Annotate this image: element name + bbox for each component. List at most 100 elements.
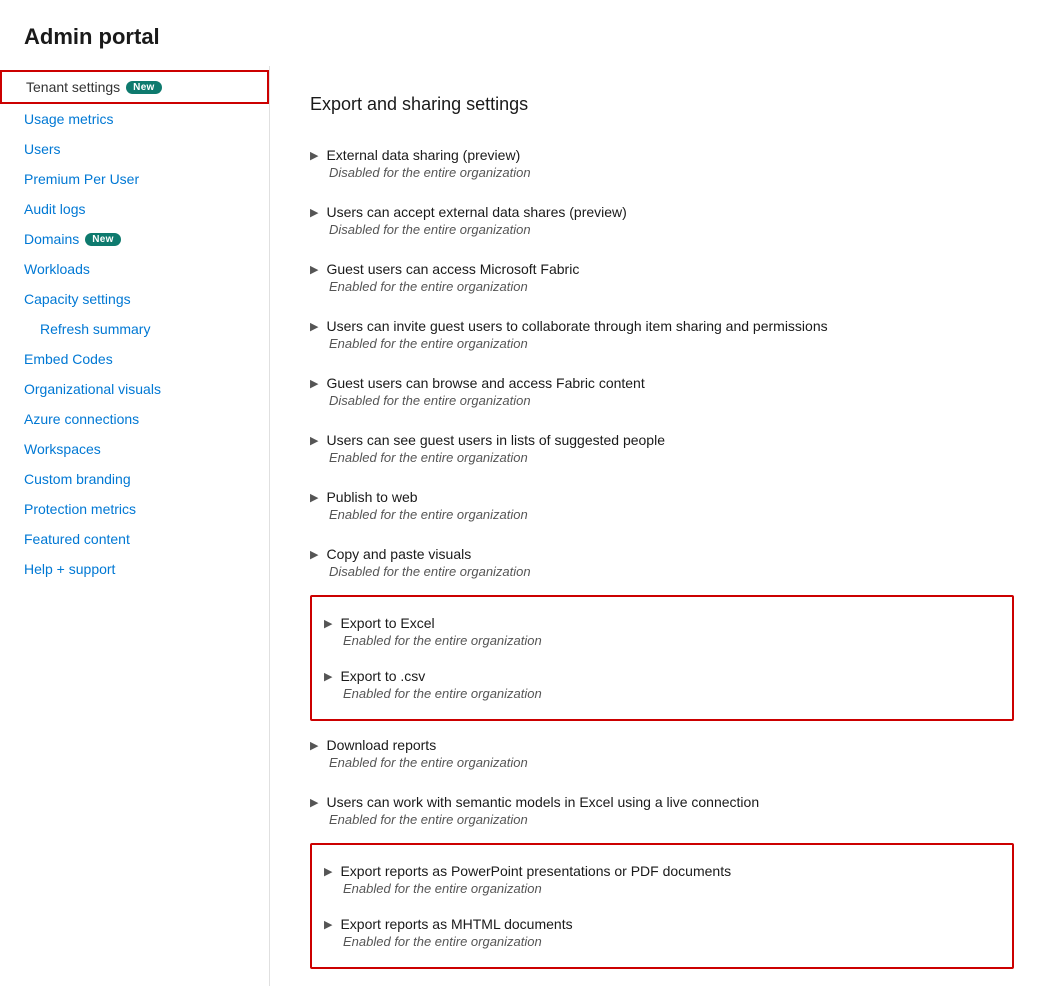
sidebar: Tenant settings New Usage metrics Users Prem… (0, 66, 270, 986)
chevron-right-icon[interactable]: ▶ (324, 865, 332, 878)
setting-name: Users can work with semantic models in E… (326, 794, 759, 810)
section-title: Export and sharing settings (310, 94, 1014, 115)
sidebar-item-label: Premium Per User (24, 171, 139, 187)
sidebar-item-label: Protection metrics (24, 501, 136, 517)
setting-name: Export reports as MHTML documents (340, 916, 572, 932)
sidebar-item-protection-metrics[interactable]: Protection metrics (0, 494, 269, 524)
setting-name: Export to .csv (340, 668, 425, 684)
setting-name: Export reports as PowerPoint presentatio… (340, 863, 731, 879)
setting-status: Enabled for the entire organization (343, 633, 1000, 648)
setting-status: Enabled for the entire organization (329, 279, 1014, 294)
setting-item-invite-guest-users: ▶ Users can invite guest users to collabo… (310, 306, 1014, 363)
sidebar-item-workloads[interactable]: Workloads (0, 254, 269, 284)
setting-item-export-csv: ▶ Export to .csv Enabled for the entire or… (324, 658, 1000, 711)
setting-status: Enabled for the entire organization (329, 507, 1014, 522)
sidebar-item-label: Workspaces (24, 441, 101, 457)
sidebar-item-users[interactable]: Users (0, 134, 269, 164)
chevron-right-icon[interactable]: ▶ (310, 263, 318, 276)
sidebar-item-label: Azure connections (24, 411, 139, 427)
setting-name: Publish to web (326, 489, 417, 505)
setting-status: Enabled for the entire organization (329, 812, 1014, 827)
setting-name: Users can accept external data shares (p… (326, 204, 626, 220)
setting-item-copy-paste-visuals: ▶ Copy and paste visuals Disabled for the … (310, 534, 1014, 591)
sidebar-item-label: Refresh summary (40, 321, 150, 337)
sidebar-item-tenant-settings[interactable]: Tenant settings New (0, 70, 269, 104)
badge-new: New (85, 233, 120, 246)
setting-item-guest-browse-fabric: ▶ Guest users can browse and access Fabri… (310, 363, 1014, 420)
sidebar-item-label: Organizational visuals (24, 381, 161, 397)
sidebar-item-label: Workloads (24, 261, 90, 277)
sidebar-item-label: Featured content (24, 531, 130, 547)
settings-list: ▶ External data sharing (preview) Disabled… (310, 135, 1014, 986)
sidebar-item-domains[interactable]: DomainsNew (0, 224, 269, 254)
setting-item-guest-access-fabric: ▶Guest users can access Microsoft Fabric… (310, 249, 1014, 306)
app-container: Admin portal Tenant settings New Usage met… (0, 0, 1054, 986)
content-area: Tenant settings New Usage metrics Users Prem… (0, 66, 1054, 986)
sidebar-item-label: Help + support (24, 561, 115, 577)
setting-status: Disabled for the entire organization (329, 393, 1014, 408)
setting-item-accept-external-data-shares: ▶ Users can accept external data shares (… (310, 192, 1014, 249)
sidebar-item-capacity-settings[interactable]: Capacity settings (0, 284, 269, 314)
setting-item-export-word: ▶Export reports as Word documents (310, 973, 1014, 986)
setting-item-publish-to-web: ▶ Publish to web Enabled for the entire or… (310, 477, 1014, 534)
sidebar-item-refresh-summary[interactable]: Refresh summary (0, 314, 269, 344)
page-title: Admin portal (0, 0, 1054, 66)
sidebar-item-audit-logs[interactable]: Audit logs (0, 194, 269, 224)
badge-new: New (126, 81, 161, 94)
chevron-right-icon[interactable]: ▶ (324, 617, 332, 630)
chevron-right-icon[interactable]: ▶ (310, 206, 318, 219)
setting-item-export-powerpoint-pdf: ▶ Export reports as PowerPoint presentati… (324, 853, 1000, 906)
setting-status: Disabled for the entire organization (329, 222, 1014, 237)
sidebar-item-organizational-visuals[interactable]: Organizational visuals (0, 374, 269, 404)
highlight-group-group1: ▶ Export to Excel Enabled for the entire o… (310, 595, 1014, 721)
setting-name: Users can see guest users in lists of su… (326, 432, 665, 448)
sidebar-item-usage-metrics[interactable]: Usage metrics (0, 104, 269, 134)
sidebar-item-label: Custom branding (24, 471, 131, 487)
setting-status: Enabled for the entire organization (343, 881, 1000, 896)
setting-name: External data sharing (preview) (326, 147, 520, 163)
chevron-right-icon[interactable]: ▶ (310, 548, 318, 561)
chevron-right-icon[interactable]: ▶ (310, 739, 318, 752)
setting-item-export-mhtml: ▶ Export reports as MHTML documents Enable… (324, 906, 1000, 959)
sidebar-item-label: Audit logs (24, 201, 85, 217)
setting-item-export-excel: ▶ Export to Excel Enabled for the entire o… (324, 605, 1000, 658)
chevron-right-icon[interactable]: ▶ (310, 491, 318, 504)
setting-name: Export to Excel (340, 615, 434, 631)
sidebar-item-label: Users (24, 141, 61, 157)
setting-name: Download reports (326, 737, 436, 753)
setting-name: Users can invite guest users to collabor… (326, 318, 827, 334)
setting-item-guest-users-suggested: ▶ Users can see guest users in lists of s… (310, 420, 1014, 477)
setting-name: Guest users can browse and access Fabric… (326, 375, 644, 391)
sidebar-item-label: Embed Codes (24, 351, 113, 367)
setting-status: Disabled for the entire organization (329, 165, 1014, 180)
sidebar-item-label: Tenant settings (26, 79, 120, 95)
sidebar-item-label: Capacity settings (24, 291, 131, 307)
setting-status: Enabled for the entire organization (343, 686, 1000, 701)
setting-status: Enabled for the entire organization (329, 450, 1014, 465)
setting-item-semantic-models-excel: ▶ Users can work with semantic models in … (310, 782, 1014, 839)
setting-item-external-data-sharing: ▶ External data sharing (preview) Disabled… (310, 135, 1014, 192)
sidebar-item-featured-content[interactable]: Featured content (0, 524, 269, 554)
setting-item-download-reports: ▶ Download reports Enabled for the entire … (310, 725, 1014, 782)
setting-status: Disabled for the entire organization (329, 564, 1014, 579)
chevron-right-icon[interactable]: ▶ (310, 320, 318, 333)
setting-status: Enabled for the entire organization (343, 934, 1000, 949)
chevron-right-icon[interactable]: ▶ (324, 918, 332, 931)
sidebar-item-premium-per-user[interactable]: Premium Per User (0, 164, 269, 194)
sidebar-item-label: Usage metrics (24, 111, 113, 127)
sidebar-item-azure-connections[interactable]: Azure connections (0, 404, 269, 434)
sidebar-item-help-support[interactable]: Help + support (0, 554, 269, 584)
setting-status: Enabled for the entire organization (329, 336, 1014, 351)
chevron-right-icon[interactable]: ▶ (310, 149, 318, 162)
chevron-right-icon[interactable]: ▶ (324, 670, 332, 683)
setting-name: Copy and paste visuals (326, 546, 471, 562)
sidebar-item-workspaces[interactable]: Workspaces (0, 434, 269, 464)
chevron-right-icon[interactable]: ▶ (310, 796, 318, 809)
chevron-right-icon[interactable]: ▶ (310, 434, 318, 447)
sidebar-item-embed-codes[interactable]: Embed Codes (0, 344, 269, 374)
chevron-right-icon[interactable]: ▶ (310, 377, 318, 390)
highlight-group-group2: ▶ Export reports as PowerPoint presentati… (310, 843, 1014, 969)
main-content: Export and sharing settings ▶ External da… (270, 66, 1054, 986)
setting-status: Enabled for the entire organization (329, 755, 1014, 770)
sidebar-item-custom-branding[interactable]: Custom branding (0, 464, 269, 494)
